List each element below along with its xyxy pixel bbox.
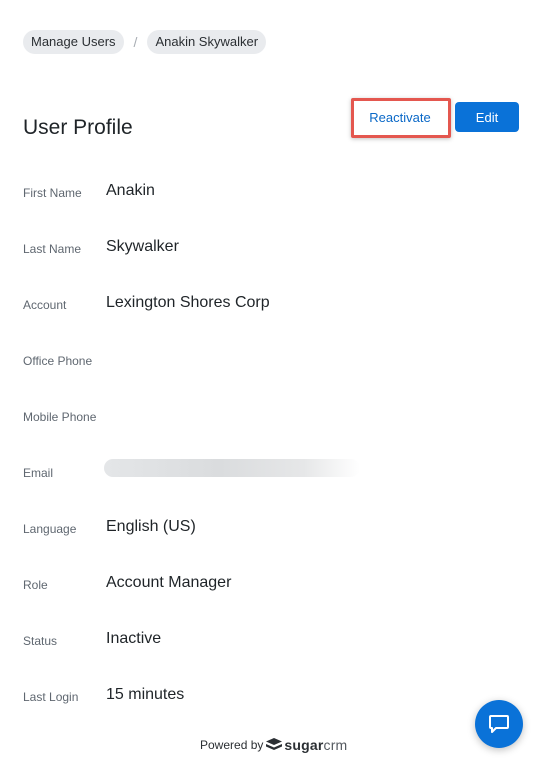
- field-value: 15 minutes: [106, 686, 185, 703]
- powered-by-text: Powered by: [200, 738, 264, 752]
- powered-by-footer: Powered by sugar crm: [200, 737, 347, 753]
- field-last-name: Last Name Skywalker: [23, 238, 523, 262]
- field-value: Skywalker: [106, 238, 179, 255]
- chat-button[interactable]: [475, 700, 523, 748]
- brand-sugar-text: sugar: [284, 737, 324, 753]
- field-email: Email: [23, 459, 523, 486]
- field-value: Anakin: [106, 182, 155, 199]
- chat-icon: [489, 715, 509, 733]
- field-office-phone: Office Phone: [23, 350, 523, 374]
- field-language: Language English (US): [23, 518, 523, 542]
- brand-crm-text: crm: [323, 737, 348, 753]
- field-value: Account Manager: [106, 574, 232, 591]
- field-status: Status Inactive: [23, 630, 523, 654]
- page-title: User Profile: [23, 116, 133, 140]
- field-label: Last Login: [23, 690, 79, 704]
- breadcrumb: Manage Users / Anakin Skywalker: [23, 30, 267, 54]
- breadcrumb-user-name[interactable]: Anakin Skywalker: [147, 30, 267, 54]
- sugarcrm-logo-icon: [266, 738, 283, 750]
- reactivate-button[interactable]: Reactivate: [359, 104, 441, 130]
- field-value: Lexington Shores Corp: [106, 294, 270, 311]
- field-label: Office Phone: [23, 354, 93, 368]
- field-label: Last Name: [23, 242, 82, 256]
- field-label: Account: [23, 298, 67, 312]
- field-mobile-phone: Mobile Phone: [23, 406, 523, 430]
- field-label: Role: [23, 578, 48, 592]
- field-first-name: First Name Anakin: [23, 182, 523, 206]
- field-label: Email: [23, 466, 54, 480]
- field-last-login: Last Login 15 minutes: [23, 686, 523, 710]
- field-value: English (US): [106, 518, 196, 535]
- field-label: Status: [23, 634, 58, 648]
- field-label: Language: [23, 522, 77, 536]
- breadcrumb-manage-users[interactable]: Manage Users: [23, 30, 124, 54]
- edit-button[interactable]: Edit: [455, 102, 519, 132]
- field-role: Role Account Manager: [23, 574, 523, 598]
- breadcrumb-separator: /: [133, 34, 138, 50]
- sugarcrm-brand[interactable]: sugar crm: [266, 737, 347, 753]
- field-value: Inactive: [106, 630, 162, 647]
- email-redacted-value: [104, 459, 360, 477]
- field-label: Mobile Phone: [23, 410, 97, 424]
- field-account: Account Lexington Shores Corp: [23, 294, 523, 318]
- field-label: First Name: [23, 186, 82, 200]
